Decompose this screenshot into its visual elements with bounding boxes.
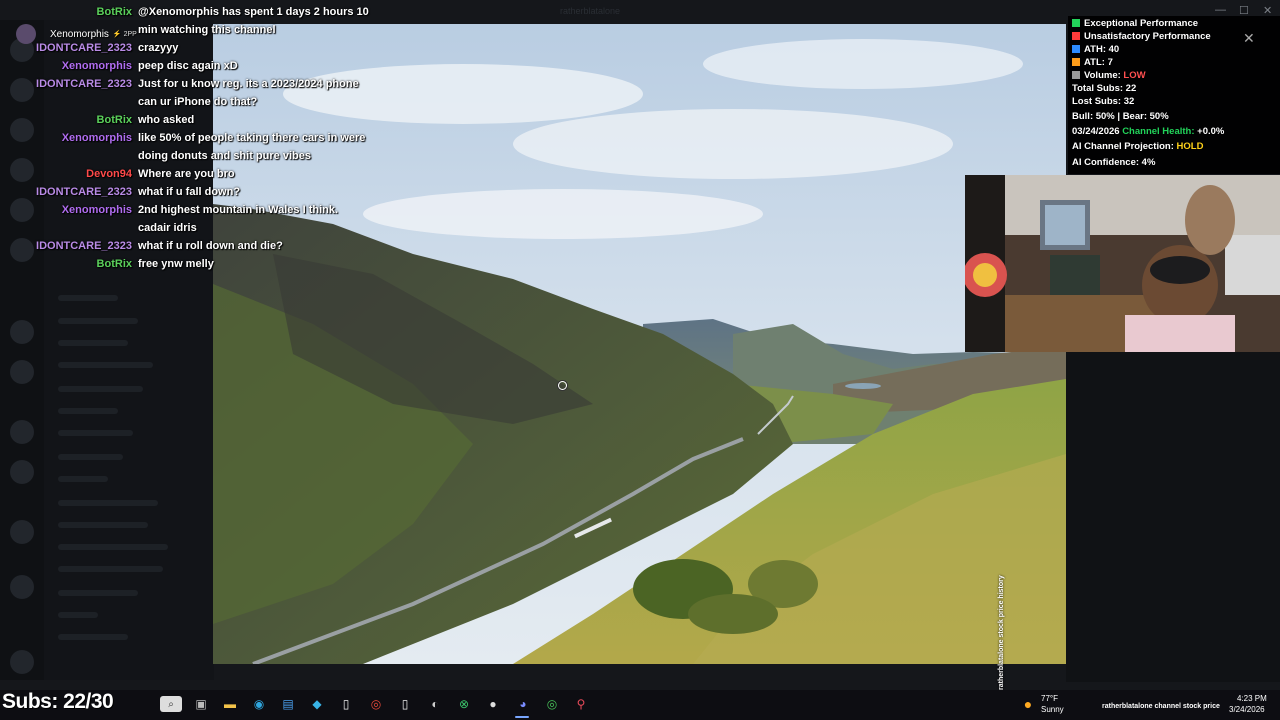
obs-icon[interactable]: ◐ [427, 696, 443, 712]
chat-text: peep disc again xD [138, 60, 238, 72]
chat-text: Where are you bro [138, 168, 235, 180]
file-icon[interactable]: ▯ [338, 696, 354, 712]
clock-time[interactable]: 4:23 PM [1237, 694, 1267, 703]
chat-username[interactable]: BotRix [0, 111, 138, 129]
app-icon[interactable]: ◆ [309, 696, 325, 712]
vertical-caption: ratherblatalone stock price history [998, 575, 1005, 690]
clock-date[interactable]: 3/24/2026 [1229, 705, 1265, 714]
stock-ticker: ratherblatalone channel stock price [1102, 703, 1220, 710]
chat-username[interactable]: Xenomorphis [0, 57, 138, 75]
weather-condition[interactable]: Sunny [1041, 705, 1064, 714]
active-app-indicator [515, 716, 529, 718]
red-square-icon [1072, 32, 1080, 40]
webcam-feed [965, 175, 1280, 352]
chat-text: free ynw melly [138, 258, 214, 270]
taskbar [0, 690, 1280, 720]
chat-text: what if u fall down? [138, 186, 241, 198]
chrome-icon[interactable]: ◎ [368, 696, 384, 712]
task-view-icon[interactable]: ▣ [193, 696, 209, 712]
stat-total-subs: Total Subs: 22 [1072, 83, 1137, 94]
stat-ai-confidence: AI Confidence: 4% [1072, 157, 1156, 168]
server-icon[interactable] [10, 420, 34, 444]
server-icon[interactable] [10, 520, 34, 544]
blue-square-icon [1072, 45, 1080, 53]
server-icon[interactable] [10, 650, 34, 674]
chat-text: like 50% of people taking there cars in … [138, 132, 366, 162]
chat-message: Xenomorphis 2nd highest mountain in Wales… [0, 201, 370, 237]
chat-text: Just for u know reg. its a 2023/2024 pho… [138, 78, 359, 108]
stat-ai-projection: AI Channel Projection: HOLD [1072, 141, 1204, 152]
orange-square-icon [1072, 58, 1080, 66]
discord-icon[interactable]: ◕ [515, 696, 531, 712]
chat-username[interactable]: IDONTCARE_2323 [0, 75, 138, 111]
stat-volume: Volume: LOW [1072, 70, 1146, 82]
chat-message: Xenomorphis peep disc again xD [0, 57, 370, 75]
mouse-cursor [558, 381, 567, 390]
chat-text: crazyyy [138, 42, 179, 54]
chrome-alt-icon[interactable]: ◎ [544, 696, 560, 712]
search-icon[interactable]: ⌕ [160, 696, 182, 712]
chat-text: who asked [138, 114, 195, 126]
sun-icon[interactable]: ● [1020, 696, 1036, 712]
minimize-icon[interactable]: — [1215, 4, 1226, 16]
chat-message: IDONTCARE_2323 what if u fall down? [0, 183, 370, 201]
stat-ath: ATH: 40 [1072, 44, 1119, 56]
maps-pin-icon[interactable]: ⚲ [573, 696, 589, 712]
chat-message: IDONTCARE_2323 what if u roll down and di… [0, 237, 370, 255]
stat-bull-bear: Bull: 50% | Bear: 50% [1072, 111, 1169, 122]
window-title: ratherblatalone [560, 6, 621, 16]
chat-message: Devon94 Where are you bro [0, 165, 370, 183]
chat-username[interactable]: Xenomorphis [0, 129, 138, 165]
steam-icon[interactable]: ● [485, 696, 501, 712]
chat-username[interactable]: BotRix [0, 255, 138, 273]
chat-message: BotRix free ynw melly [0, 255, 370, 273]
chat-message: IDONTCARE_2323 Just for u know reg. its a… [0, 75, 370, 111]
chat-text: 2nd highest mountain in Wales I think. c… [138, 204, 339, 234]
chat-message: BotRix who asked [0, 111, 370, 129]
subs-counter: Subs: 22/30 [2, 690, 114, 713]
stat-channel-health: 03/24/2026 Channel Health: +0.0% [1072, 126, 1225, 137]
weather-temp[interactable]: 77°F [1041, 694, 1058, 703]
chat-username[interactable]: Xenomorphis [0, 201, 138, 237]
chat-message: Xenomorphis like 50% of people taking the… [0, 129, 370, 165]
close-icon[interactable]: ✕ [1243, 30, 1255, 47]
chat-message: IDONTCARE_2323 crazyyy [0, 39, 370, 57]
member-list [1066, 352, 1280, 682]
store-icon[interactable]: ▤ [280, 696, 296, 712]
chat-text: what if u roll down and die? [138, 240, 283, 252]
server-icon[interactable] [10, 575, 34, 599]
server-icon[interactable] [10, 460, 34, 484]
stat-lost-subs: Lost Subs: 32 [1072, 96, 1135, 107]
chat-username[interactable]: Devon94 [0, 165, 138, 183]
green-square-icon [1072, 19, 1080, 27]
edge-icon[interactable]: ◉ [251, 696, 267, 712]
chat-username[interactable]: IDONTCARE_2323 [0, 183, 138, 201]
grey-square-icon [1072, 71, 1080, 79]
stat-atl: ATL: 7 [1072, 57, 1113, 69]
xbox-icon[interactable]: ⊗ [456, 696, 472, 712]
chat-message: BotRix @Xenomorphis has spent 1 days 2 ho… [0, 3, 370, 39]
chat-text: @Xenomorphis has spent 1 days 2 hours 10… [138, 6, 369, 36]
chat-username[interactable]: IDONTCARE_2323 [0, 39, 138, 57]
file-explorer-icon[interactable]: ▬ [222, 696, 238, 712]
legend-unsatisfactory: Unsatisfactory Performance [1072, 31, 1211, 43]
chat-username[interactable]: IDONTCARE_2323 [0, 237, 138, 255]
notepad-icon[interactable]: ▯ [397, 696, 413, 712]
chat-username[interactable]: BotRix [0, 3, 138, 39]
server-icon[interactable] [10, 320, 34, 344]
legend-exceptional: Exceptional Performance [1072, 18, 1198, 30]
server-icon[interactable] [10, 360, 34, 384]
